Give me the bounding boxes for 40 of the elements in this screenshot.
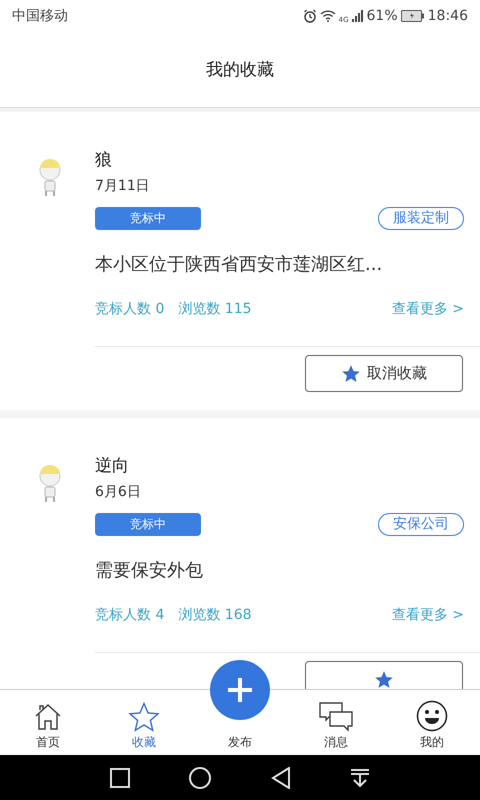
carrier-name: 中国移动	[12, 7, 68, 25]
alarm-icon	[302, 9, 317, 23]
post-date: 6月6日	[95, 483, 142, 501]
battery-percent: 61%	[366, 8, 398, 24]
unfavorite-button[interactable]	[305, 661, 463, 689]
tab-item[interactable]: 首页	[0, 690, 96, 755]
plus-icon	[226, 676, 254, 704]
bidder-count: 竞标人数 4	[95, 606, 164, 624]
post-date: 7月11日	[95, 177, 151, 195]
star-icon	[128, 702, 160, 732]
home-icon	[33, 702, 63, 732]
smiley-icon	[416, 700, 448, 732]
status-badge: 竞标中	[95, 207, 201, 230]
battery-icon	[400, 10, 425, 22]
tab-item[interactable]: 发布	[228, 734, 252, 755]
category-tag: 安保公司	[378, 513, 464, 536]
tab-item[interactable]: 收藏	[96, 690, 192, 755]
post-description: 需要保安外包	[95, 559, 204, 582]
status-badge: 竞标中	[95, 513, 201, 536]
notification-pull-icon[interactable]	[350, 768, 370, 788]
star-icon	[341, 364, 361, 384]
bidder-count: 竞标人数 0	[95, 300, 164, 318]
page-title: 我的收藏	[206, 59, 274, 81]
clock-time: 18:46	[428, 8, 468, 24]
tab-item[interactable]: 我的	[384, 690, 480, 755]
wifi-icon	[320, 10, 336, 22]
chat-icon	[319, 702, 353, 732]
recents-icon[interactable]	[110, 768, 130, 788]
view-count: 浏览数 168	[178, 606, 252, 624]
category-tag: 服装定制	[378, 207, 464, 230]
view-count: 浏览数 115	[178, 300, 252, 318]
unfavorite-button[interactable]: 取消收藏	[305, 355, 463, 392]
star-icon	[374, 670, 394, 689]
post-description: 本小区位于陕西省西安市莲湖区红...	[95, 253, 384, 276]
user-name: 狼	[95, 149, 113, 171]
user-name: 逆向	[95, 455, 130, 477]
tab-item[interactable]: 消息	[288, 690, 384, 755]
signal-icon	[352, 10, 364, 22]
back-icon[interactable]	[270, 766, 291, 788]
home-circle-icon[interactable]	[189, 766, 212, 788]
